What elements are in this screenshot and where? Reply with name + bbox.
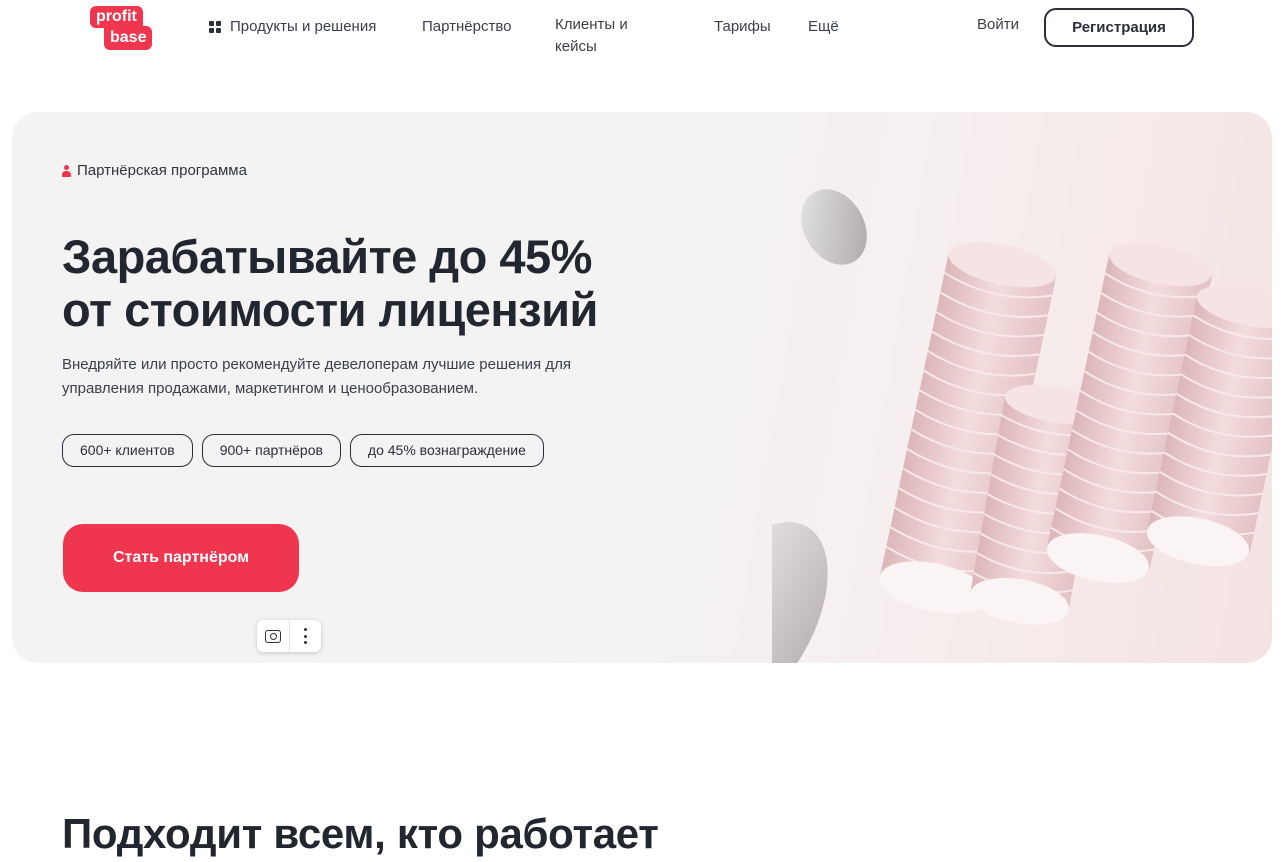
flying-coin xyxy=(801,189,867,265)
site-header: profit base Продукты и решения Партнёрст… xyxy=(0,0,1284,70)
nav-clients[interactable]: Клиенты и кейсы xyxy=(555,14,655,58)
image-toolbar xyxy=(257,620,321,652)
chip-partners: 900+ партнёров xyxy=(201,434,341,467)
nav-partnership[interactable]: Партнёрство xyxy=(422,16,512,38)
partner-program-badge: Партнёрская программа xyxy=(62,162,247,179)
nav-tariffs[interactable]: Тарифы xyxy=(714,16,771,38)
hero-title-line-1: Зарабатывайте до 45% xyxy=(62,230,592,283)
section-title: Подходит всем, кто работает xyxy=(62,810,659,857)
nav-more[interactable]: Ещё xyxy=(808,16,839,38)
nav-products-label: Продукты и решения xyxy=(230,18,377,35)
register-button[interactable]: Регистрация xyxy=(1044,8,1194,47)
login-link[interactable]: Войти xyxy=(977,16,1019,33)
more-dots-icon xyxy=(304,628,308,644)
camera-icon xyxy=(265,629,281,643)
badge-label: Партнёрская программа xyxy=(77,162,247,179)
blurred-coin xyxy=(772,522,828,663)
hero-title: Зарабатывайте до 45% от стоимости лиценз… xyxy=(62,230,682,336)
screenshot-button[interactable] xyxy=(257,620,289,652)
hero-subtitle: Внедряйте или просто рекомендуйте девело… xyxy=(62,356,571,397)
chip-reward: до 45% вознаграждение xyxy=(349,434,544,467)
coins-illustration xyxy=(772,189,1272,663)
person-icon xyxy=(62,164,71,177)
nav-products[interactable]: Продукты и решения xyxy=(209,16,376,38)
profitbase-logo[interactable]: profit base xyxy=(90,6,160,50)
grid-icon xyxy=(209,21,221,33)
logo-word-bottom: base xyxy=(104,26,153,50)
chip-clients: 600+ клиентов xyxy=(62,434,193,467)
become-partner-button[interactable]: Стать партнёром xyxy=(63,524,299,592)
hero-banner: Партнёрская программа Зарабатывайте до 4… xyxy=(12,112,1272,663)
hero-title-line-2: от стоимости лицензий xyxy=(62,283,598,336)
more-options-button[interactable] xyxy=(289,620,321,652)
logo-word-top: profit xyxy=(90,6,143,28)
stats-chips: 600+ клиентов 900+ партнёров до 45% возн… xyxy=(62,434,544,467)
